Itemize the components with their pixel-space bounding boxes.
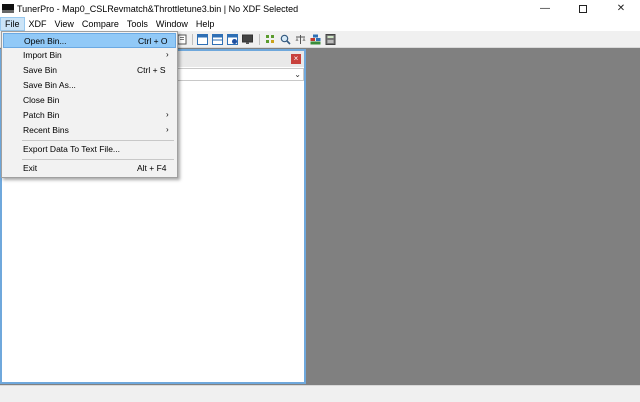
- window-title: TunerPro - Map0_CSLRevmatch&Throttletune…: [17, 3, 299, 14]
- menu-item-label: Close Bin: [23, 95, 60, 105]
- panel-close-button[interactable]: ×: [291, 54, 301, 64]
- menu-item-shortcut: Ctrl + S: [137, 65, 166, 75]
- menu-window[interactable]: Window: [152, 17, 192, 31]
- menu-import-bin[interactable]: Import Bin ›: [3, 48, 176, 63]
- calculator-icon[interactable]: [325, 34, 336, 45]
- stack-icon[interactable]: [310, 34, 321, 45]
- maximize-button[interactable]: [564, 0, 602, 17]
- menu-recent-bins[interactable]: Recent Bins ›: [3, 123, 176, 138]
- chevron-right-icon: ›: [166, 110, 169, 119]
- menu-item-label: Save Bin As...: [23, 80, 76, 90]
- scale-icon[interactable]: [295, 34, 306, 45]
- app-icon: [2, 4, 14, 13]
- menu-open-bin[interactable]: Open Bin... Ctrl + O: [3, 33, 176, 48]
- toolbar-separator: [192, 34, 193, 45]
- chevron-right-icon: ›: [166, 125, 169, 134]
- menu-item-shortcut: Ctrl + O: [138, 36, 168, 46]
- menu-item-label: Patch Bin: [23, 110, 60, 120]
- menu-item-label: Save Bin: [23, 65, 58, 75]
- menu-close-bin[interactable]: Close Bin: [3, 93, 176, 108]
- menu-item-label: Exit: [23, 163, 38, 173]
- menu-save-bin-as[interactable]: Save Bin As...: [3, 78, 176, 93]
- menu-item-label: Open Bin...: [24, 36, 67, 46]
- menu-help[interactable]: Help: [192, 17, 219, 31]
- title-bar: TunerPro - Map0_CSLRevmatch&Throttletune…: [0, 0, 640, 17]
- window-icon[interactable]: [197, 34, 208, 45]
- magnifier-icon[interactable]: [280, 34, 291, 45]
- menu-tools[interactable]: Tools: [123, 17, 152, 31]
- status-bar: [0, 385, 640, 402]
- window-controls: — ✕: [526, 0, 640, 17]
- menu-exit[interactable]: Exit Alt + F4: [3, 161, 176, 176]
- minimize-button[interactable]: —: [526, 0, 564, 17]
- menu-save-bin[interactable]: Save Bin Ctrl + S: [3, 63, 176, 78]
- menu-item-label: Recent Bins: [23, 125, 69, 135]
- maximize-icon: [579, 4, 587, 13]
- window-split-icon[interactable]: [212, 34, 223, 45]
- menu-bar: File XDF View Compare Tools Window Help: [0, 17, 640, 31]
- menu-export-data[interactable]: Export Data To Text File...: [3, 142, 176, 157]
- menu-separator: [22, 140, 174, 141]
- grid-icon[interactable]: [265, 34, 276, 45]
- file-menu-dropdown: Open Bin... Ctrl + O Import Bin › Save B…: [1, 31, 178, 178]
- info-window-icon[interactable]: [227, 34, 238, 45]
- display-icon[interactable]: [242, 34, 253, 45]
- menu-separator: [22, 159, 174, 160]
- chevron-right-icon: ›: [166, 50, 169, 59]
- menu-view[interactable]: View: [51, 17, 78, 31]
- page-icon[interactable]: [177, 34, 188, 45]
- chevron-down-icon: ⌄: [294, 70, 301, 79]
- menu-patch-bin[interactable]: Patch Bin ›: [3, 108, 176, 123]
- menu-compare[interactable]: Compare: [78, 17, 123, 31]
- menu-item-label: Import Bin: [23, 50, 62, 60]
- close-window-button[interactable]: ✕: [602, 0, 640, 17]
- menu-item-label: Export Data To Text File...: [23, 144, 121, 154]
- menu-item-shortcut: Alt + F4: [137, 163, 167, 173]
- menu-xdf[interactable]: XDF: [25, 17, 51, 31]
- menu-file[interactable]: File: [0, 17, 25, 31]
- toolbar-separator: [259, 34, 260, 45]
